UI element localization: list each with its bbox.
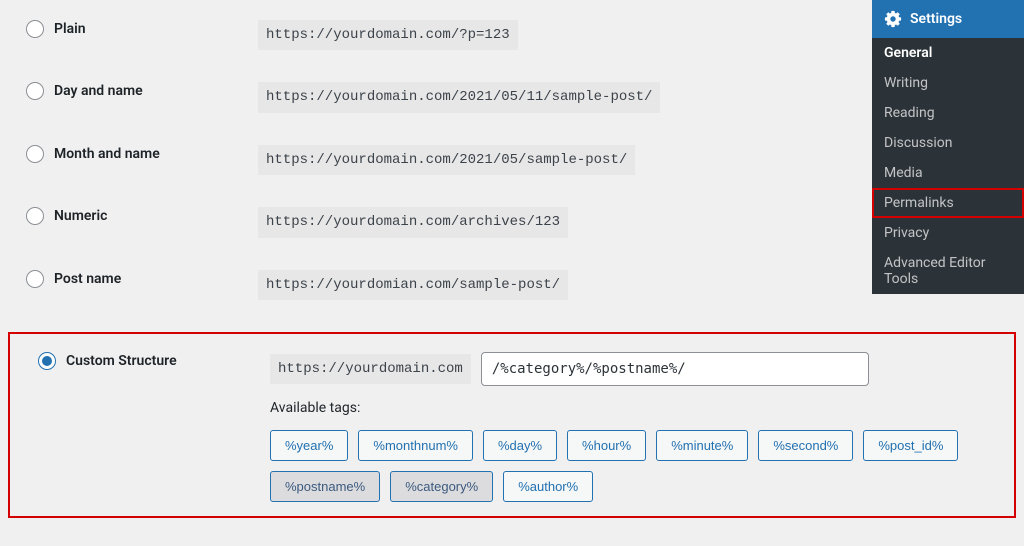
permalink-settings-form: Plain https://yourdomain.com/?p=123 Day an… (0, 0, 1024, 526)
option-row-post_name: Post name https://yourdomian.com/sample-p… (8, 270, 1016, 300)
available-tags-label: Available tags: (270, 400, 1004, 416)
sidebar-item-media[interactable]: Media (872, 158, 1024, 188)
available-tags: %year% %monthnum% %day% %hour% %minute% %seco… (270, 430, 970, 502)
radio-custom[interactable] (38, 352, 56, 370)
option-label-day_name: Day and name (54, 83, 143, 99)
sidebar-top-settings[interactable]: Settings (872, 0, 1024, 38)
option-row-month_name: Month and name https://yourdomain.com/202… (8, 145, 1016, 175)
tag-hour[interactable]: %hour% (567, 430, 646, 461)
custom-prefix: https://yourdomain.com (270, 354, 471, 384)
tag-minute[interactable]: %minute% (656, 430, 748, 461)
option-label-plain: Plain (54, 21, 86, 37)
settings-sidebar: Settings GeneralWritingReadingDiscussion… (872, 0, 1024, 294)
sidebar-title: Settings (910, 11, 962, 27)
example-numeric: https://yourdomain.com/archives/123 (258, 207, 568, 237)
option-label-custom: Custom Structure (66, 353, 177, 369)
tag-author[interactable]: %author% (503, 471, 593, 502)
radio-plain[interactable] (26, 20, 44, 38)
example-plain: https://yourdomain.com/?p=123 (258, 20, 518, 50)
tag-post_id[interactable]: %post_id% (863, 430, 958, 461)
custom-structure-input[interactable] (481, 352, 869, 386)
option-label-post_name: Post name (54, 271, 121, 287)
option-row-numeric: Numeric https://yourdomain.com/archives/1… (8, 207, 1016, 237)
sidebar-item-writing[interactable]: Writing (872, 68, 1024, 98)
option-row-day_name: Day and name https://yourdomain.com/2021/… (8, 82, 1016, 112)
example-post_name: https://yourdomian.com/sample-post/ (258, 270, 568, 300)
sidebar-item-privacy[interactable]: Privacy (872, 218, 1024, 248)
example-month_name: https://yourdomain.com/2021/05/sample-po… (258, 145, 635, 175)
custom-structure-block: Custom Structure https://yourdomain.com … (8, 332, 1016, 518)
option-label-numeric: Numeric (54, 208, 107, 224)
tag-postname[interactable]: %postname% (270, 471, 380, 502)
sidebar-item-advanced-editor-tools[interactable]: Advanced Editor Tools (872, 248, 1024, 294)
option-row-plain: Plain https://yourdomain.com/?p=123 (8, 20, 1016, 50)
tag-monthnum[interactable]: %monthnum% (358, 430, 473, 461)
radio-post_name[interactable] (26, 270, 44, 288)
sidebar-item-discussion[interactable]: Discussion (872, 128, 1024, 158)
radio-month_name[interactable] (26, 145, 44, 163)
sidebar-item-general[interactable]: General (872, 38, 1024, 68)
sidebar-item-permalinks[interactable]: Permalinks (872, 188, 1024, 218)
tag-second[interactable]: %second% (758, 430, 853, 461)
option-label-month_name: Month and name (54, 146, 160, 162)
tag-year[interactable]: %year% (270, 430, 348, 461)
sidebar-item-reading[interactable]: Reading (872, 98, 1024, 128)
tag-category[interactable]: %category% (390, 471, 493, 502)
tag-day[interactable]: %day% (483, 430, 557, 461)
radio-day_name[interactable] (26, 82, 44, 100)
settings-icon (884, 10, 902, 28)
radio-numeric[interactable] (26, 207, 44, 225)
example-day_name: https://yourdomain.com/2021/05/11/sample… (258, 82, 660, 112)
